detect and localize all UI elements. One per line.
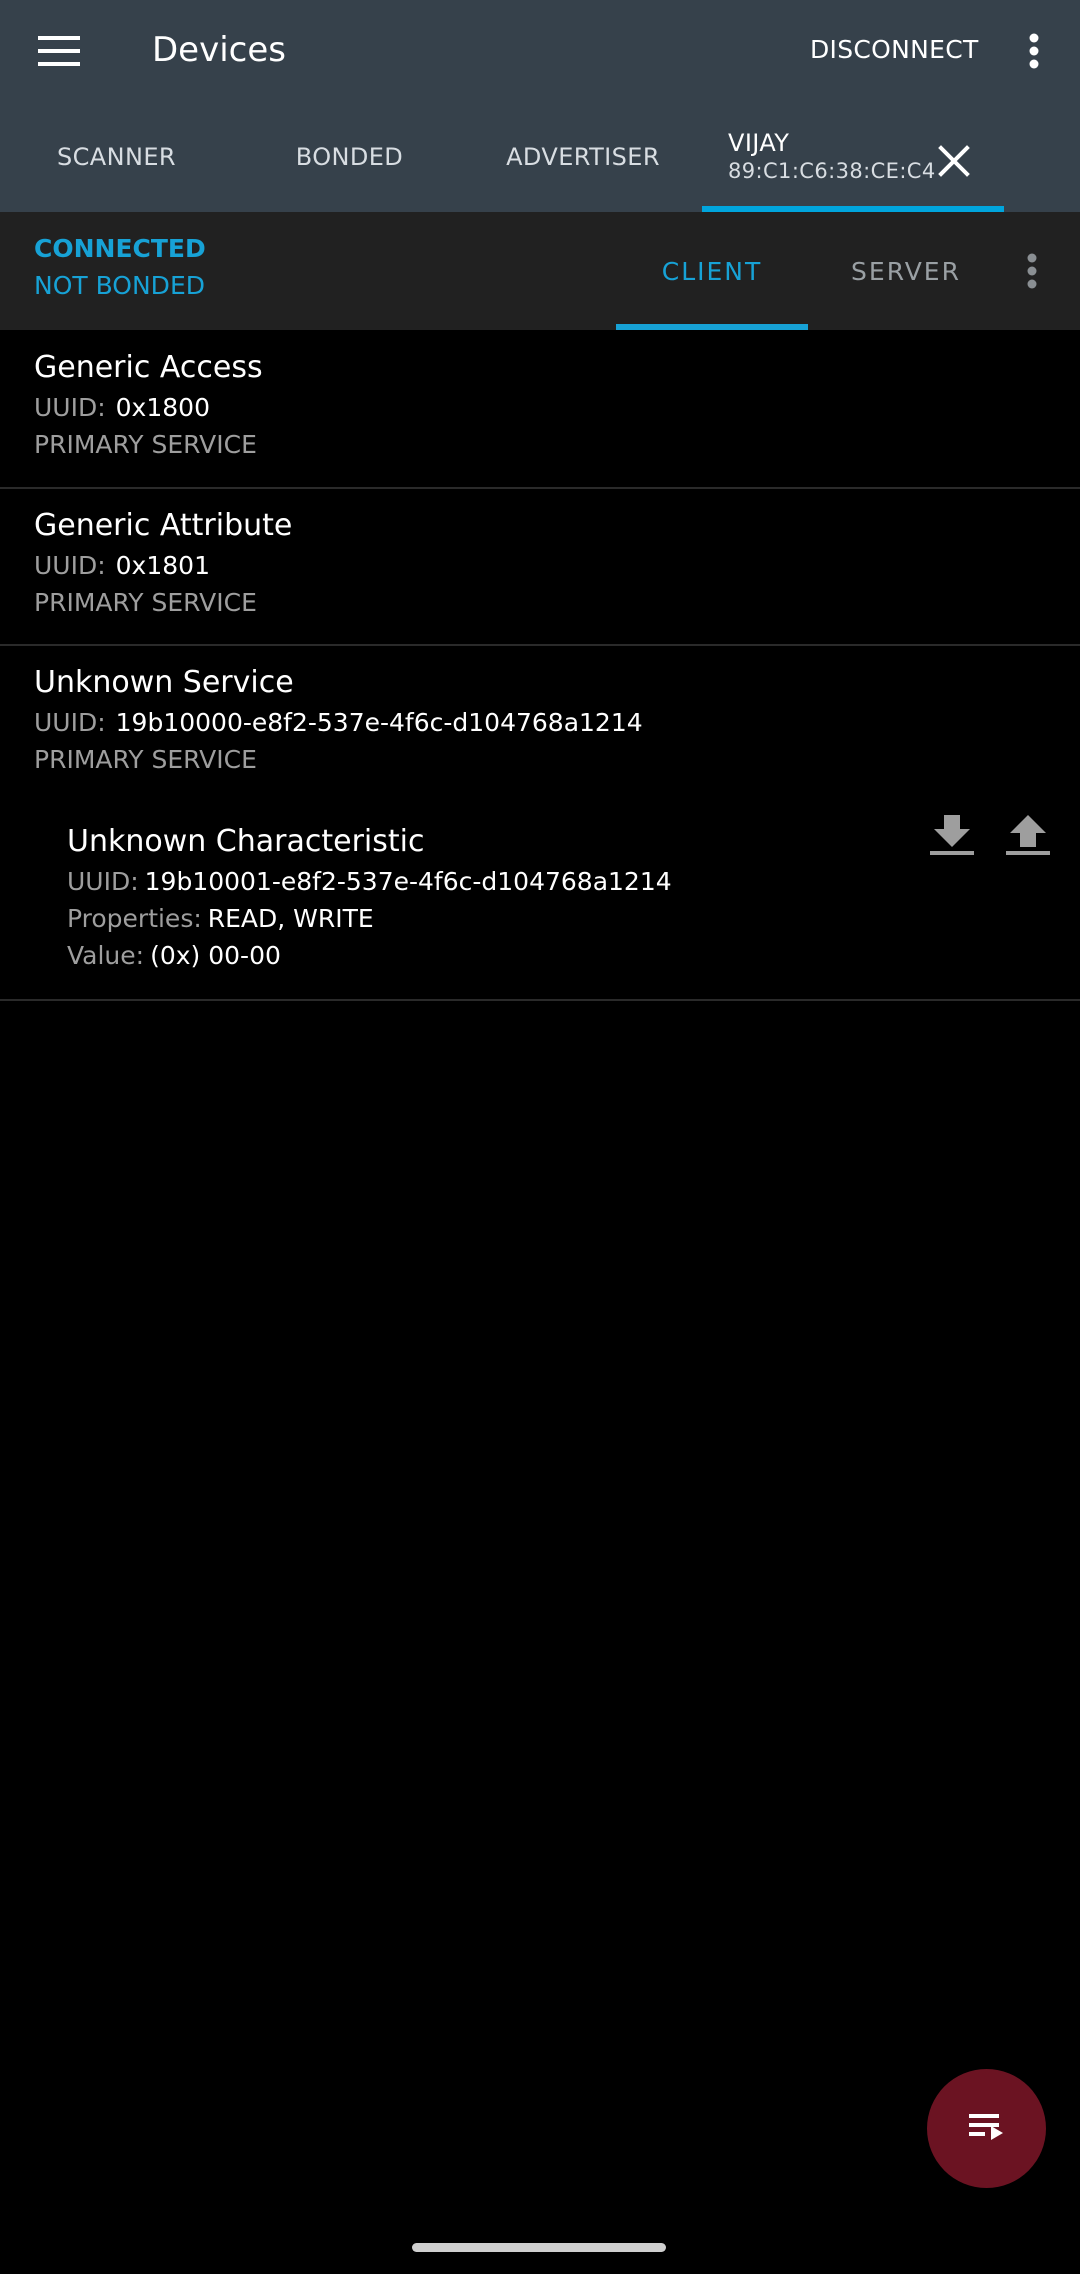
- service-uuid-row: UUID: 0x1801: [34, 548, 210, 584]
- bond-status: NOT BONDED: [34, 271, 205, 300]
- device-address: 89:C1:C6:38:CE:C4: [728, 158, 936, 183]
- tab-server[interactable]: SERVER: [808, 212, 1004, 330]
- connection-bar: CONNECTED NOT BONDED CLIENT SERVER: [0, 212, 1080, 330]
- more-vert-icon[interactable]: [1010, 18, 1058, 84]
- characteristic-name: Unknown Characteristic: [67, 824, 425, 859]
- service-item[interactable]: Unknown Service UUID: 19b10000-e8f2-537e-…: [0, 645, 1080, 1000]
- device-name: VIJAY: [728, 128, 790, 157]
- service-name: Generic Access: [34, 350, 263, 385]
- service-uuid: 19b10000-e8f2-537e-4f6c-d104768a1214: [115, 708, 643, 737]
- page-title: Devices: [152, 30, 286, 70]
- characteristic-value-row: Value: (0x) 00-00: [67, 938, 281, 974]
- device-tab-text: VIJAY 89:C1:C6:38:CE:C4: [728, 129, 936, 185]
- uuid-label: UUID:: [34, 708, 106, 737]
- service-uuid: 0x1801: [115, 551, 210, 580]
- log-fab-button[interactable]: [927, 2069, 1046, 2188]
- tab-scanner[interactable]: SCANNER: [0, 101, 233, 212]
- home-indicator[interactable]: [412, 2243, 666, 2252]
- disconnect-button[interactable]: DISCONNECT: [810, 30, 979, 70]
- playlist-play-icon: [968, 2112, 1005, 2146]
- uuid-label: UUID:: [34, 393, 106, 422]
- characteristic-properties-row: Properties: READ, WRITE: [67, 901, 374, 937]
- tab-advertiser[interactable]: ADVERTISER: [466, 101, 700, 212]
- characteristic-uuid: 19b10001-e8f2-537e-4f6c-d104768a1214: [144, 867, 672, 896]
- characteristic-properties: READ, WRITE: [207, 904, 374, 933]
- tab-client[interactable]: CLIENT: [616, 212, 808, 330]
- service-uuid-row: UUID: 19b10000-e8f2-537e-4f6c-d104768a121…: [34, 705, 643, 741]
- properties-label: Properties:: [67, 904, 202, 933]
- uuid-label: UUID:: [67, 867, 139, 896]
- service-type: PRIMARY SERVICE: [34, 588, 257, 617]
- tab-bonded[interactable]: BONDED: [233, 101, 466, 212]
- uuid-label: UUID:: [34, 551, 106, 580]
- service-item[interactable]: Generic Attribute UUID: 0x1801 PRIMARY SE…: [0, 488, 1080, 645]
- service-uuid-row: UUID: 0x1800: [34, 390, 210, 426]
- characteristic-uuid-row: UUID: 19b10001-e8f2-537e-4f6c-d104768a121…: [67, 864, 672, 900]
- service-item[interactable]: Generic Access UUID: 0x1800 PRIMARY SERVI…: [0, 330, 1080, 488]
- service-type: PRIMARY SERVICE: [34, 430, 257, 459]
- characteristic-value: (0x) 00-00: [150, 941, 281, 970]
- value-label: Value:: [67, 941, 145, 970]
- close-icon[interactable]: [924, 137, 984, 185]
- device-tabs: SCANNER BONDED ADVERTISER VIJAY 89:C1:C6…: [0, 101, 1080, 212]
- service-name: Generic Attribute: [34, 508, 293, 543]
- upload-icon[interactable]: [998, 805, 1058, 865]
- hamburger-menu-icon[interactable]: [22, 18, 96, 84]
- service-name: Unknown Service: [34, 665, 294, 700]
- more-vert-icon[interactable]: [1010, 238, 1054, 304]
- download-icon[interactable]: [922, 805, 982, 865]
- app-screen: Devices DISCONNECT SCANNER BONDED ADVERT…: [0, 0, 1080, 2274]
- connection-status: CONNECTED: [34, 234, 206, 263]
- app-toolbar: Devices DISCONNECT: [0, 0, 1080, 101]
- divider: [0, 999, 1080, 1001]
- service-uuid: 0x1800: [115, 393, 210, 422]
- service-type: PRIMARY SERVICE: [34, 745, 257, 774]
